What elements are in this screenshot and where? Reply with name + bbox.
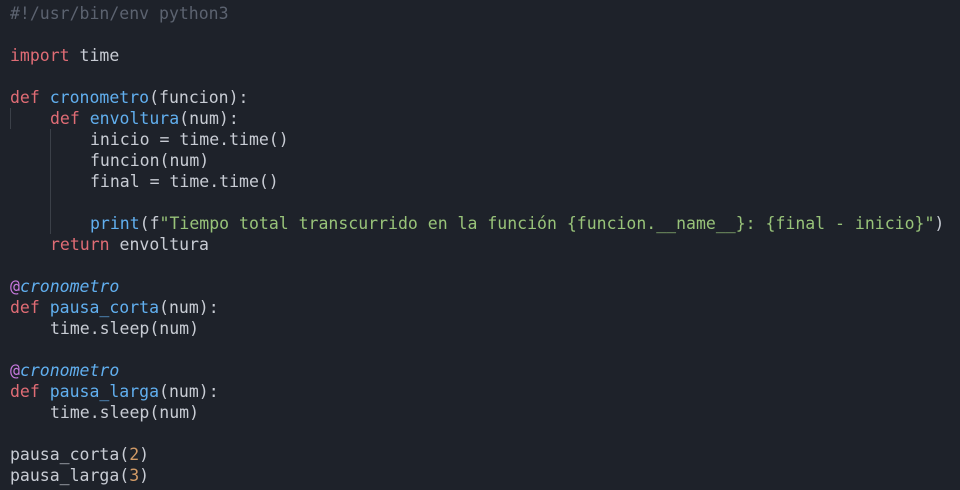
decorator-name: cronometro bbox=[19, 277, 120, 296]
code-line-5: def cronometro(funcion): bbox=[10, 87, 944, 108]
indent-guide bbox=[50, 171, 90, 192]
final-statement: final = time.time() bbox=[90, 172, 279, 191]
return-keyword: return bbox=[50, 235, 110, 254]
function-params: (funcion): bbox=[149, 88, 249, 107]
code-line-18: @cronometro bbox=[10, 360, 944, 381]
code-line-20: time.sleep(num) bbox=[10, 402, 944, 423]
indent-guide bbox=[10, 108, 50, 129]
decorator-at-sign: @ bbox=[10, 361, 20, 380]
funcion-call: funcion(num) bbox=[90, 151, 210, 170]
call-argument: 2 bbox=[129, 445, 140, 464]
decorator-at-sign: @ bbox=[10, 277, 20, 296]
call-close-paren: ) bbox=[139, 445, 150, 464]
function-name-pausa-corta: pausa_corta bbox=[49, 298, 160, 317]
indent-guide bbox=[50, 213, 90, 234]
code-line-1: #!/usr/bin/env python3 bbox=[10, 3, 944, 24]
code-area[interactable]: #!/usr/bin/env python3 import time def c… bbox=[10, 3, 944, 486]
sleep-statement: time.sleep(num) bbox=[50, 319, 200, 338]
indent-guide bbox=[50, 192, 90, 213]
code-line-15: def pausa_corta(num): bbox=[10, 297, 944, 318]
code-line-22: pausa_corta(2) bbox=[10, 444, 944, 465]
code-line-23: pausa_larga(3) bbox=[10, 465, 944, 486]
function-params: (num): bbox=[159, 382, 219, 401]
code-line-11: print(f"Tiempo total transcurrido en la … bbox=[10, 213, 944, 234]
call-pausa-larga: pausa_larga( bbox=[10, 466, 130, 485]
call-close-paren: ) bbox=[139, 466, 150, 485]
decorator-name: cronometro bbox=[19, 361, 120, 380]
print-function: print bbox=[90, 214, 140, 233]
def-keyword: def bbox=[10, 382, 40, 401]
function-params: (num): bbox=[159, 298, 219, 317]
indent-guide bbox=[50, 129, 90, 150]
def-keyword: def bbox=[50, 109, 80, 128]
def-keyword: def bbox=[10, 298, 40, 317]
code-editor[interactable]: #!/usr/bin/env python3 import time def c… bbox=[0, 0, 960, 490]
function-name-pausa-larga: pausa_larga bbox=[49, 382, 160, 401]
code-line-14: @cronometro bbox=[10, 276, 944, 297]
function-params: (num): bbox=[179, 109, 239, 128]
code-line-8: funcion(num) bbox=[10, 150, 944, 171]
shebang-comment: #!/usr/bin/env python3 bbox=[10, 4, 229, 23]
indent-guide bbox=[50, 150, 90, 171]
import-module: time bbox=[69, 46, 120, 65]
call-argument: 3 bbox=[129, 466, 140, 485]
code-line-6: def envoltura(num): bbox=[10, 108, 944, 129]
code-line-19: def pausa_larga(num): bbox=[10, 381, 944, 402]
def-keyword: def bbox=[10, 88, 40, 107]
code-line-10 bbox=[10, 192, 944, 213]
function-name-cronometro: cronometro bbox=[49, 88, 150, 107]
print-string-literal: "Tiempo total transcurrido en la función… bbox=[159, 214, 935, 233]
code-line-12: return envoltura bbox=[10, 234, 944, 255]
sleep-statement: time.sleep(num) bbox=[50, 403, 200, 422]
code-line-9: final = time.time() bbox=[10, 171, 944, 192]
inicio-statement: inicio = time.time() bbox=[90, 130, 289, 149]
print-close-paren: ) bbox=[934, 214, 945, 233]
code-line-7: inicio = time.time() bbox=[10, 129, 944, 150]
code-line-16: time.sleep(num) bbox=[10, 318, 944, 339]
import-keyword: import bbox=[10, 46, 70, 65]
function-name-envoltura: envoltura bbox=[89, 109, 180, 128]
return-value: envoltura bbox=[109, 235, 209, 254]
print-open-paren: (f bbox=[139, 214, 160, 233]
code-line-3: import time bbox=[10, 45, 944, 66]
call-pausa-corta: pausa_corta( bbox=[10, 445, 130, 464]
